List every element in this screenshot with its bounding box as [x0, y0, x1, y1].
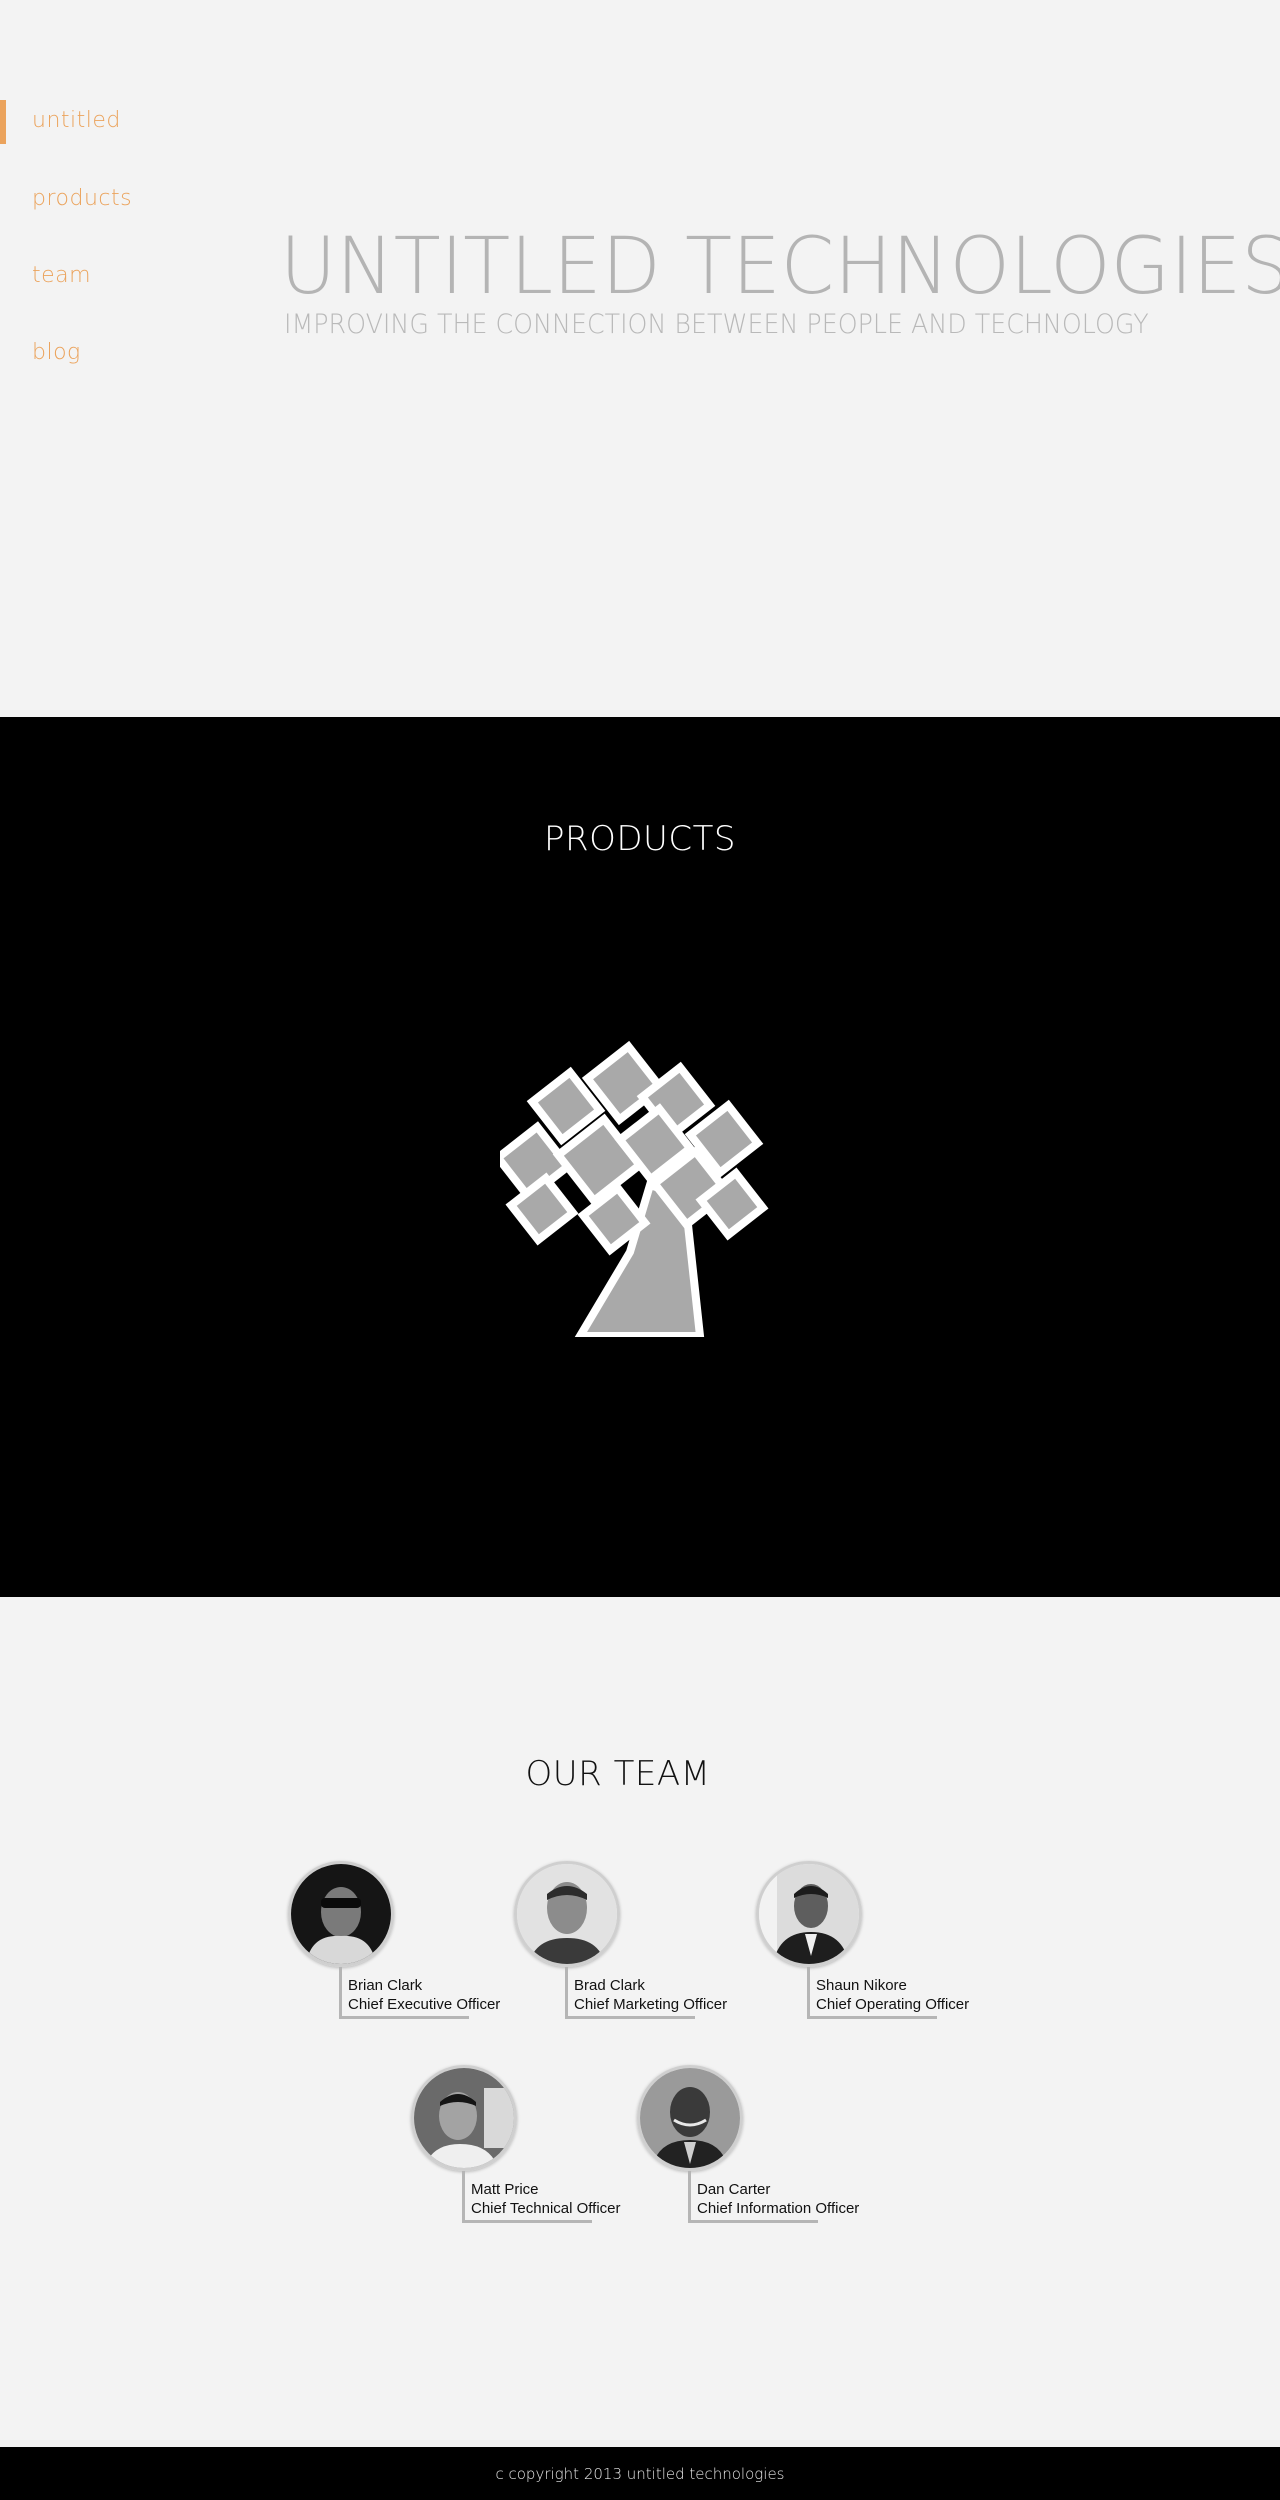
team-section: OUR TEAM Brian Clark Chief Executive Off… [0, 1597, 1280, 2447]
avatar [637, 2065, 743, 2171]
team-member-card: Dan Carter Chief Information Officer [637, 2065, 897, 2225]
member-role: Chief Information Officer [697, 2200, 860, 2217]
avatar [411, 2065, 517, 2171]
team-member-card: Brian Clark Chief Executive Officer [288, 1861, 548, 2021]
hero-subtitle: IMPROVING THE CONNECTION BETWEEN PEOPLE … [284, 309, 1149, 340]
member-name: Brad Clark [574, 1977, 645, 1994]
tree-logo-icon [500, 1040, 769, 1337]
team-title: OUR TEAM [525, 1754, 711, 1794]
team-member-card: Brad Clark Chief Marketing Officer [514, 1861, 774, 2021]
footer: c copyright 2013 untitled technologies [0, 2447, 1280, 2500]
avatar [288, 1861, 394, 1967]
footer-copyright: c copyright 2013 untitled technologies [495, 2465, 785, 2483]
member-role: Chief Technical Officer [471, 2200, 621, 2217]
nav-item-team[interactable]: team [32, 263, 91, 288]
member-role: Chief Operating Officer [816, 1996, 970, 2013]
nav-item-untitled[interactable]: untitled [0, 100, 121, 144]
hero-title: UNTITLED TECHNOLOGIES [280, 222, 1280, 312]
nav-item-products[interactable]: products [32, 186, 132, 211]
member-name: Shaun Nikore [816, 1977, 907, 1994]
nav-item-blog[interactable]: blog [32, 340, 81, 365]
member-name: Dan Carter [697, 2181, 771, 2198]
avatar [514, 1861, 620, 1967]
products-section: PRODUCTS [0, 717, 1280, 1597]
hero-section: UNTITLED TECHNOLOGIES IMPROVING THE CONN… [0, 0, 1280, 717]
avatar [756, 1861, 862, 1967]
member-name: Brian Clark [348, 1977, 423, 1994]
team-member-card: Matt Price Chief Technical Officer [411, 2065, 671, 2225]
products-title: PRODUCTS [543, 819, 737, 859]
team-member-card: Shaun Nikore Chief Operating Officer [756, 1861, 1016, 2021]
member-role: Chief Marketing Officer [574, 1996, 728, 2013]
member-role: Chief Executive Officer [348, 1996, 501, 2013]
member-name: Matt Price [471, 2181, 539, 2198]
